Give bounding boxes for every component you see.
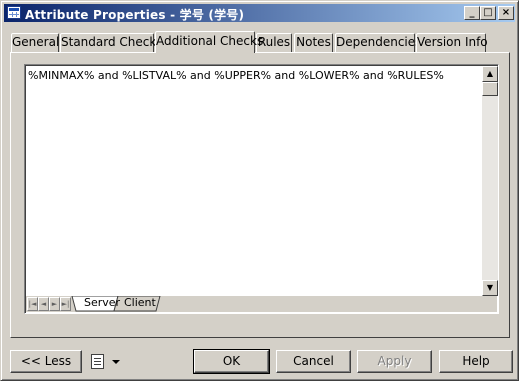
vertical-scrollbar[interactable]: ▲ ▼ [482,66,498,296]
tab-version-info[interactable]: Version Info [416,33,488,52]
script-editor[interactable]: %MINMAX% and %LISTVAL% and %UPPER% and %… [24,64,499,314]
close-button[interactable]: × [498,6,514,20]
maximize-button[interactable]: □ [480,6,496,20]
sheet-tab-client[interactable]: Client [118,296,156,311]
tab-notes[interactable]: Notes [294,33,333,52]
less-button[interactable]: << Less [10,350,82,373]
scroll-down-arrow-icon[interactable]: ▼ [482,280,498,296]
sheet-tab-server[interactable]: Server [78,296,120,311]
document-list-icon [91,354,104,369]
window-title: Attribute Properties - 学号 (学号) [25,8,245,22]
scroll-up-arrow-icon[interactable]: ▲ [482,66,498,82]
sheet-tab-bar: |◄ ◄ ► ►| Server Client [26,296,497,312]
tab-general[interactable]: General [11,33,59,52]
dropdown-arrow-icon [112,360,120,364]
prev-sheet-arrow-icon[interactable]: ◄ [38,297,49,311]
property-menu-button[interactable] [89,352,125,372]
additional-checks-panel: %MINMAX% and %LISTVAL% and %UPPER% and %… [10,52,510,338]
tab-additional-checks[interactable]: Additional Checks [155,31,263,53]
script-text[interactable]: %MINMAX% and %LISTVAL% and %UPPER% and %… [28,69,444,82]
dialog-window: Attribute Properties - 学号 (学号) _ □ × Gen… [0,0,519,381]
apply-button[interactable]: Apply [357,350,432,373]
tab-dependencies[interactable]: Dependencies [335,33,421,52]
help-button[interactable]: Help [439,350,513,373]
table-icon [7,6,21,19]
ok-button[interactable]: OK [193,349,270,374]
first-sheet-arrow-icon[interactable]: |◄ [27,297,38,311]
scroll-thumb[interactable] [482,82,498,96]
minimize-button[interactable]: _ [464,6,480,20]
tab-standard-checks[interactable]: Standard Checks [60,33,163,52]
cancel-button[interactable]: Cancel [276,350,351,373]
apply-label: Apply [377,354,412,368]
title-bar[interactable]: Attribute Properties - 学号 (学号) _ □ × [4,4,515,22]
next-sheet-arrow-icon[interactable]: ► [49,297,60,311]
